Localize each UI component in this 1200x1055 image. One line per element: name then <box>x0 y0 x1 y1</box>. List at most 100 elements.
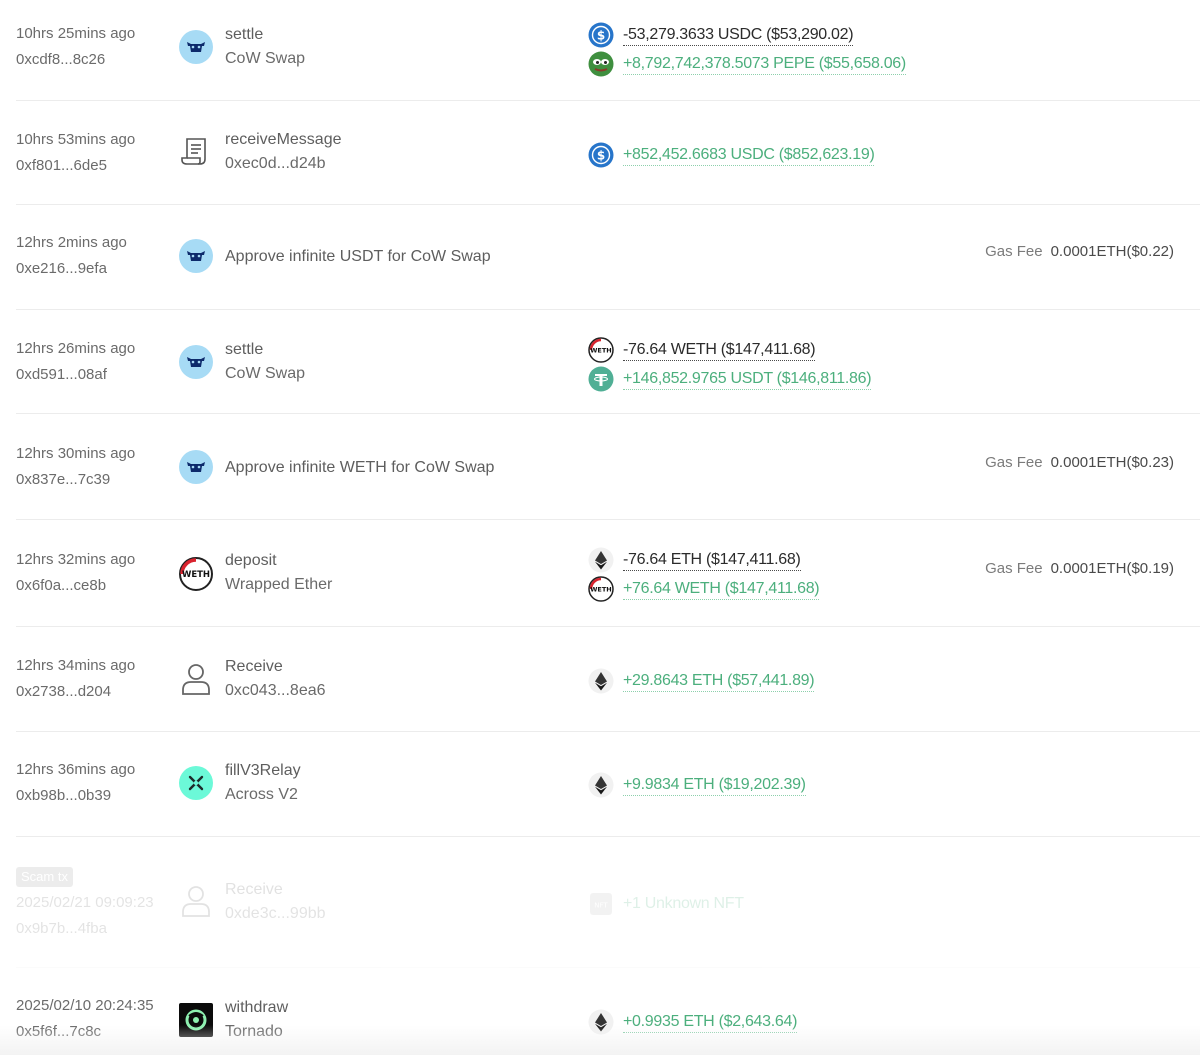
transaction-row[interactable]: 12hrs 30mins ago 0x837e...7c39 Approve i… <box>0 414 1200 520</box>
nft-icon: NFT <box>588 891 614 917</box>
gas-fee: Gas Fee 0.0001ETH($0.23) <box>985 452 1174 474</box>
tx-time: 12hrs 26mins ago <box>16 340 136 357</box>
tx-hash[interactable]: 0x5f6f...7c8c <box>16 1019 154 1045</box>
tx-method: settle <box>225 26 264 43</box>
token-change[interactable]: WETH -76.64 WETH ($147,411.68) <box>588 337 816 363</box>
weth-icon: WETH <box>588 576 614 602</box>
person-icon <box>178 883 214 919</box>
tx-counterparty[interactable]: CoW Swap <box>225 47 305 71</box>
eth-icon <box>588 1009 614 1035</box>
eth-icon <box>588 668 614 694</box>
token-amount[interactable]: -53,279.3633 USDC ($53,290.02) <box>623 25 854 46</box>
token-amount[interactable]: +9.9834 ETH ($19,202.39) <box>623 775 806 796</box>
token-amount[interactable]: +1 Unknown NFT <box>623 894 744 914</box>
token-change[interactable]: +0.9935 ETH ($2,643.64) <box>588 1009 797 1035</box>
tx-method: settle <box>225 341 264 358</box>
tx-method: withdraw <box>225 999 289 1016</box>
tornado-icon <box>178 1002 214 1038</box>
tx-hash[interactable]: 0x6f0a...ce8b <box>16 573 135 599</box>
tx-method: receiveMessage <box>225 131 342 148</box>
token-change[interactable]: NFT +1 Unknown NFT <box>588 891 744 917</box>
transaction-row[interactable]: 12hrs 2mins ago 0xe216...9efa Approve in… <box>0 205 1200 310</box>
svg-text:WETH: WETH <box>590 586 611 594</box>
gas-fee-value: 0.0001ETH($0.19) <box>1050 560 1174 577</box>
eth-icon <box>588 547 614 573</box>
tx-counterparty[interactable]: Across V2 <box>225 783 301 807</box>
tx-time: 2025/02/21 09:09:23 <box>16 894 154 911</box>
token-amount[interactable]: +76.64 WETH ($147,411.68) <box>623 579 820 600</box>
tx-hash[interactable]: 0x837e...7c39 <box>16 467 135 493</box>
tx-counterparty[interactable]: 0xec0d...d24b <box>225 152 342 176</box>
tx-hash[interactable]: 0xf801...6de5 <box>16 153 135 179</box>
svg-text:NFT: NFT <box>594 902 608 910</box>
token-amount[interactable]: +0.9935 ETH ($2,643.64) <box>623 1012 797 1033</box>
tx-time: 10hrs 25mins ago <box>16 25 136 42</box>
tx-method: fillV3Relay <box>225 762 301 779</box>
cow-icon <box>178 344 214 380</box>
transaction-row-scam[interactable]: Scam tx 2025/02/21 09:09:23 0x9b7b...4fb… <box>0 837 1200 968</box>
gas-fee-value: 0.0001ETH($0.23) <box>1050 454 1174 471</box>
tx-time: 10hrs 53mins ago <box>16 131 136 148</box>
eth-icon <box>588 772 614 798</box>
transaction-list: 10hrs 25mins ago 0xcdf8...8c26 settle Co… <box>0 0 1200 1055</box>
tx-hash[interactable]: 0x9b7b...4fba <box>16 916 154 942</box>
contract-icon <box>178 134 214 170</box>
token-amount[interactable]: -76.64 ETH ($147,411.68) <box>623 550 801 571</box>
token-change[interactable]: +8,792,742,378.5073 PEPE ($55,658.06) <box>588 51 906 77</box>
tx-counterparty[interactable]: 0xde3c...99bb <box>225 902 326 926</box>
gas-fee: Gas Fee 0.0001ETH($0.22) <box>985 241 1174 263</box>
transaction-row[interactable]: 10hrs 53mins ago 0xf801...6de5 receiveMe… <box>0 101 1200 205</box>
tx-hash[interactable]: 0xd591...08af <box>16 362 135 388</box>
token-change[interactable]: +146,852.9765 USDT ($146,811.86) <box>588 366 872 392</box>
token-amount[interactable]: -76.64 WETH ($147,411.68) <box>623 340 816 361</box>
tx-time: 12hrs 30mins ago <box>16 445 136 462</box>
token-amount[interactable]: +29.8643 ETH ($57,441.89) <box>623 671 815 692</box>
token-amount[interactable]: +146,852.9765 USDT ($146,811.86) <box>623 369 872 390</box>
tx-method: Approve infinite USDT for CoW Swap <box>225 248 491 265</box>
cow-icon <box>178 449 214 485</box>
tx-hash[interactable]: 0xb98b...0b39 <box>16 783 135 809</box>
cow-icon <box>178 29 214 65</box>
gas-fee-label: Gas Fee <box>985 243 1043 260</box>
token-change[interactable]: +9.9834 ETH ($19,202.39) <box>588 772 806 798</box>
gas-fee-label: Gas Fee <box>985 454 1043 471</box>
transaction-row[interactable]: 12hrs 32mins ago 0x6f0a...ce8b WETH depo… <box>0 520 1200 627</box>
transaction-row[interactable]: 10hrs 25mins ago 0xcdf8...8c26 settle Co… <box>0 0 1200 101</box>
token-change[interactable]: +29.8643 ETH ($57,441.89) <box>588 668 815 694</box>
person-icon <box>178 661 214 697</box>
gas-fee: Gas Fee 0.0001ETH($0.19) <box>985 558 1174 580</box>
tx-hash[interactable]: 0x2738...d204 <box>16 679 135 705</box>
tx-counterparty[interactable]: 0xc043...8ea6 <box>225 679 326 703</box>
transaction-row[interactable]: 12hrs 26mins ago 0xd591...08af settle Co… <box>0 310 1200 414</box>
tx-time: 12hrs 34mins ago <box>16 657 136 674</box>
token-amount[interactable]: +8,792,742,378.5073 PEPE ($55,658.06) <box>623 54 906 75</box>
across-icon <box>178 765 214 801</box>
usdc-icon: $ <box>588 22 614 48</box>
tx-hash[interactable]: 0xe216...9efa <box>16 256 127 282</box>
token-change[interactable]: -76.64 ETH ($147,411.68) <box>588 547 801 573</box>
tx-method: Approve infinite WETH for CoW Swap <box>225 459 495 476</box>
svg-text:WETH: WETH <box>590 347 611 355</box>
tx-time: 12hrs 32mins ago <box>16 551 136 568</box>
tx-counterparty[interactable]: Wrapped Ether <box>225 573 332 597</box>
svg-text:$: $ <box>597 29 605 43</box>
transaction-row[interactable]: 12hrs 36mins ago 0xb98b...0b39 fillV3Rel… <box>0 732 1200 837</box>
transaction-row[interactable]: 2025/02/10 20:24:35 0x5f6f...7c8c withdr… <box>0 968 1200 1055</box>
tx-counterparty[interactable]: Tornado <box>225 1020 288 1044</box>
token-change[interactable]: $ -53,279.3633 USDC ($53,290.02) <box>588 22 854 48</box>
scam-badge: Scam tx <box>16 867 73 887</box>
svg-text:$: $ <box>597 149 605 163</box>
gas-fee-label: Gas Fee <box>985 560 1043 577</box>
tx-time: 12hrs 36mins ago <box>16 761 136 778</box>
token-amount[interactable]: +852,452.6683 USDC ($852,623.19) <box>623 145 875 166</box>
tx-time: 12hrs 2mins ago <box>16 234 127 251</box>
token-change[interactable]: WETH +76.64 WETH ($147,411.68) <box>588 576 820 602</box>
tx-hash[interactable]: 0xcdf8...8c26 <box>16 47 135 73</box>
tx-method: deposit <box>225 552 277 569</box>
usdt-icon <box>588 366 614 392</box>
weth-icon: WETH <box>178 556 214 592</box>
usdc-icon: $ <box>588 142 614 168</box>
token-change[interactable]: $ +852,452.6683 USDC ($852,623.19) <box>588 142 875 168</box>
transaction-row[interactable]: 12hrs 34mins ago 0x2738...d204 Receive 0… <box>0 627 1200 732</box>
tx-counterparty[interactable]: CoW Swap <box>225 362 305 386</box>
